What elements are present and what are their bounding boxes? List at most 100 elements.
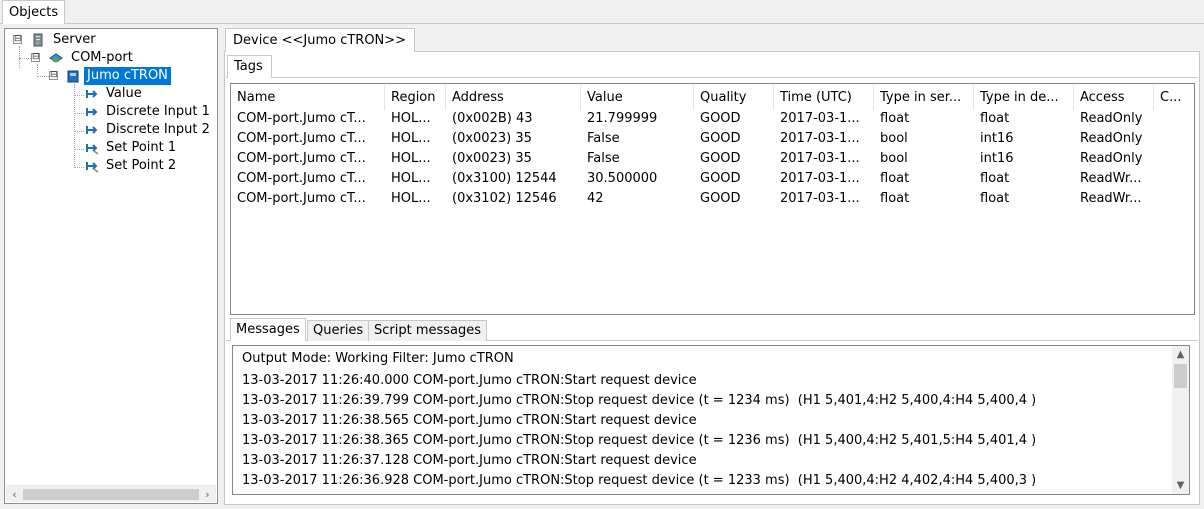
table-row[interactable]: COM-port.Jumo cT... HOL... (0x002B) 43 2… bbox=[231, 109, 1194, 129]
cell-comment bbox=[1154, 149, 1194, 169]
cell-quality: GOOD bbox=[700, 191, 741, 206]
cell-name: COM-port.Jumo cT... bbox=[237, 131, 366, 146]
tree-label-server: Server bbox=[53, 32, 96, 47]
column-header-value[interactable]: Value bbox=[581, 85, 694, 110]
cell-name: COM-port.Jumo cT... bbox=[237, 191, 366, 206]
tree-node-com-port[interactable]: ⊟ COM-port bbox=[5, 49, 217, 67]
scroll-right-icon[interactable]: › bbox=[199, 486, 216, 503]
log-line: 13-03-2017 11:26:37.128 COM-port.Jumo cT… bbox=[242, 453, 697, 468]
cell-address: (0x3100) 12544 bbox=[452, 171, 557, 186]
tree-label-tag: Value bbox=[106, 86, 142, 101]
scroll-down-icon[interactable]: ▼ bbox=[1172, 477, 1189, 494]
log-filter-header: Output Mode: Working Filter: Jumo cTRON bbox=[242, 351, 514, 366]
collapse-icon[interactable]: ⊟ bbox=[49, 71, 58, 80]
tree-node-server[interactable]: ⊟ Server bbox=[5, 31, 217, 49]
cell-name: COM-port.Jumo cT... bbox=[237, 151, 366, 166]
cell-comment bbox=[1154, 169, 1194, 189]
tab-script-messages[interactable]: Script messages bbox=[368, 320, 488, 341]
tree-node-tag[interactable]: Value bbox=[5, 85, 217, 103]
log-line: 13-03-2017 11:26:39.799 COM-port.Jumo cT… bbox=[242, 393, 1037, 408]
cell-value: 21.799999 bbox=[587, 111, 658, 126]
column-header-name[interactable]: Name bbox=[231, 85, 385, 110]
tree-label-com-port: COM-port bbox=[71, 50, 133, 65]
column-header-type-device[interactable]: Type in de... bbox=[974, 85, 1074, 110]
table-header: Name Region Address Value Quality Time (… bbox=[231, 85, 1194, 110]
cell-time: 2017-03-1... bbox=[780, 151, 860, 166]
cell-address: (0x0023) 35 bbox=[452, 131, 532, 146]
column-header-type-server[interactable]: Type in ser... bbox=[874, 85, 974, 110]
cell-region: HOL... bbox=[391, 111, 431, 126]
column-header-region[interactable]: Region bbox=[385, 85, 446, 110]
cell-time: 2017-03-1... bbox=[780, 131, 860, 146]
log-line: 13-03-2017 11:26:38.565 COM-port.Jumo cT… bbox=[242, 413, 697, 428]
tree-horizontal-scrollbar[interactable]: ‹ › bbox=[6, 485, 216, 502]
cell-type-server: float bbox=[880, 191, 910, 206]
collapse-icon[interactable]: ⊟ bbox=[13, 35, 22, 44]
collapse-icon[interactable]: ⊟ bbox=[31, 53, 40, 62]
log-line: 13-03-2017 11:26:38.365 COM-port.Jumo cT… bbox=[242, 433, 1037, 448]
scroll-left-icon[interactable]: ‹ bbox=[6, 486, 23, 503]
tree-node-tag[interactable]: Set Point 1 bbox=[5, 139, 217, 157]
tree-label-tag: Set Point 1 bbox=[106, 140, 177, 155]
scroll-up-icon[interactable]: ▲ bbox=[1172, 346, 1189, 363]
column-header-address[interactable]: Address bbox=[446, 85, 581, 110]
cell-value: 42 bbox=[587, 191, 604, 206]
tree-node-device[interactable]: ⊟ Jumo cTRON bbox=[5, 67, 217, 85]
cell-quality: GOOD bbox=[700, 171, 741, 186]
cell-type-device: int16 bbox=[980, 151, 1014, 166]
tag-icon bbox=[85, 87, 99, 101]
cell-name: COM-port.Jumo cT... bbox=[237, 111, 366, 126]
cell-address: (0x3102) 12546 bbox=[452, 191, 557, 206]
cell-type-device: float bbox=[980, 191, 1010, 206]
tab-device[interactable]: Device <<Jumo cTRON>> bbox=[225, 28, 416, 52]
tag-write-icon bbox=[85, 159, 99, 173]
tree-node-tag[interactable]: Set Point 2 bbox=[5, 157, 217, 175]
cell-time: 2017-03-1... bbox=[780, 111, 860, 126]
table-row[interactable]: COM-port.Jumo cT... HOL... (0x3102) 1254… bbox=[231, 189, 1194, 209]
cell-type-server: float bbox=[880, 171, 910, 186]
cell-type-device: float bbox=[980, 111, 1010, 126]
log-line: 13-03-2017 11:26:40.000 COM-port.Jumo cT… bbox=[242, 373, 697, 388]
scrollbar-thumb[interactable] bbox=[23, 489, 199, 500]
tag-icon bbox=[85, 105, 99, 119]
tree-node-tag[interactable]: Discrete Input 1 bbox=[5, 103, 217, 121]
scrollbar-thumb[interactable] bbox=[1174, 364, 1187, 388]
tab-tags[interactable]: Tags bbox=[227, 55, 272, 78]
object-tree[interactable]: ⊟ Server ⊟ COM-port ⊟ Jumo cTRON Value D… bbox=[4, 28, 218, 504]
tree-node-tag[interactable]: Discrete Input 2 bbox=[5, 121, 217, 139]
tree-label-tag: Set Point 2 bbox=[106, 158, 177, 173]
table-row[interactable]: COM-port.Jumo cT... HOL... (0x0023) 35 F… bbox=[231, 129, 1194, 149]
column-header-quality[interactable]: Quality bbox=[694, 85, 774, 110]
cell-access: ReadOnly bbox=[1080, 131, 1143, 146]
port-icon bbox=[49, 51, 63, 65]
cell-name: COM-port.Jumo cT... bbox=[237, 171, 366, 186]
cell-time: 2017-03-1... bbox=[780, 171, 860, 186]
tag-write-icon bbox=[85, 141, 99, 155]
tree-label-tag: Discrete Input 2 bbox=[106, 122, 210, 137]
cell-type-server: bool bbox=[880, 151, 908, 166]
table-row[interactable]: COM-port.Jumo cT... HOL... (0x0023) 35 F… bbox=[231, 149, 1194, 169]
cell-region: HOL... bbox=[391, 171, 431, 186]
column-header-access[interactable]: Access bbox=[1074, 85, 1154, 110]
cell-access: ReadWr... bbox=[1080, 191, 1142, 206]
cell-region: HOL... bbox=[391, 151, 431, 166]
log-line: 13-03-2017 11:26:36.928 COM-port.Jumo cT… bbox=[242, 473, 1037, 488]
messages-vertical-scrollbar[interactable]: ▲ ▼ bbox=[1172, 346, 1189, 494]
tags-table[interactable]: Name Region Address Value Quality Time (… bbox=[230, 83, 1195, 315]
cell-value: 30.500000 bbox=[587, 171, 658, 186]
server-icon bbox=[31, 33, 45, 47]
tab-messages[interactable]: Messages bbox=[230, 318, 306, 341]
tab-objects[interactable]: Objects bbox=[2, 0, 66, 24]
cell-comment bbox=[1154, 189, 1194, 209]
column-header-comment[interactable]: C... bbox=[1154, 85, 1194, 110]
cell-quality: GOOD bbox=[700, 131, 741, 146]
cell-region: HOL... bbox=[391, 191, 431, 206]
tag-icon bbox=[85, 123, 99, 137]
messages-log[interactable]: Output Mode: Working Filter: Jumo cTRON … bbox=[232, 345, 1190, 495]
cell-region: HOL... bbox=[391, 131, 431, 146]
column-header-time[interactable]: Time (UTC) bbox=[774, 85, 874, 110]
table-row[interactable]: COM-port.Jumo cT... HOL... (0x3100) 1254… bbox=[231, 169, 1194, 189]
cell-access: ReadWr... bbox=[1080, 171, 1142, 186]
tab-queries[interactable]: Queries bbox=[307, 320, 370, 341]
cell-value: False bbox=[587, 151, 620, 166]
